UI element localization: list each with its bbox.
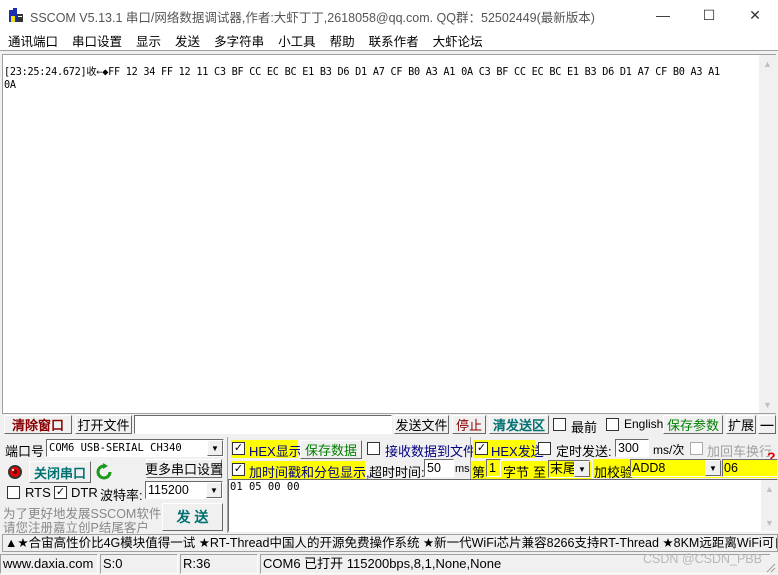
hex-display-checkbox[interactable]: ✓ [232,442,245,455]
timed-send-label: 定时发送: [556,444,612,459]
status-website[interactable]: www.daxia.com [0,554,98,574]
hex-display-label: HEX显示 [249,444,302,459]
topmost-checkbox[interactable] [553,418,566,431]
rts-label: RTS [25,485,51,500]
file-path-input[interactable] [134,415,392,434]
save-data-button[interactable]: 保存数据 [300,440,362,459]
timestamp-checkbox[interactable]: ✓ [232,463,245,476]
port-label: 端口号 [5,444,45,459]
promo-ticker[interactable]: ▲★合宙高性价比4G模块值得一试 ★RT-Thread中国人的开源免费操作系统 … [2,534,778,552]
menu-help[interactable]: 帮助 [322,31,361,50]
recv-to-file-label: 接收数据到文件 [385,444,477,459]
send-scrollbar[interactable]: ▲ ▼ [761,480,778,531]
status-sent-count: S:0 [100,554,178,574]
status-received-count: R:36 [180,554,258,574]
menu-comm-port[interactable]: 通讯端口 [0,31,64,50]
clear-window-button[interactable]: 清除窗口 [4,415,72,434]
byte-from-input[interactable]: 1 [486,459,501,477]
menu-bar: 通讯端口 串口设置 显示 发送 多字符串 小工具 帮助 联系作者 大虾论坛 [0,30,778,50]
send-area[interactable] [228,479,778,532]
timed-send-checkbox[interactable] [538,442,551,455]
more-port-settings-button[interactable]: 更多串口设置 [145,459,223,478]
receive-scrollbar[interactable]: ▲ ▼ [759,55,776,413]
menu-display[interactable]: 显示 [128,31,167,50]
menu-forum[interactable]: 大虾论坛 [425,31,489,50]
english-label: English [624,417,664,431]
open-file-button[interactable]: 打开文件 [75,415,132,434]
collapse-button[interactable]: — [758,415,776,434]
timeout-input[interactable]: 50 [424,459,454,477]
minimize-button[interactable]: — [640,0,686,30]
menu-contact-author[interactable]: 联系作者 [361,31,425,50]
hex-send-checkbox[interactable]: ✓ [475,442,488,455]
maximize-button[interactable]: ☐ [686,0,732,30]
window-title: SSCOM V5.13.1 串口/网络数据调试器,作者:大虾丁丁,2618058… [30,11,595,25]
receive-text: [23:25:24.672]收←◆FF 12 34 FF 12 11 C3 BF… [4,67,720,91]
checksum-dropdown-icon[interactable]: ▼ [705,460,721,476]
expand-button[interactable]: 扩展 [726,415,756,434]
recv-to-file-checkbox[interactable] [367,442,380,455]
watermark: CSDN @CSDN_PBB [643,552,762,566]
add-crlf-label: 加回车换行 [707,444,773,459]
menu-multi-string[interactable]: 多字符串 [206,31,270,50]
english-checkbox[interactable] [606,418,619,431]
send-file-button[interactable]: 发送文件 [394,415,449,434]
send-button[interactable]: 发 送 [162,503,223,531]
scroll-down-icon[interactable]: ▼ [759,396,776,413]
timed-interval-input[interactable]: 300 [615,439,649,457]
port-select[interactable]: COM6 USB-SERIAL CH340 [46,439,224,457]
menu-port-settings[interactable]: 串口设置 [64,31,128,50]
scroll-up-icon[interactable]: ▲ [759,55,776,72]
rts-checkbox[interactable] [7,486,20,499]
hex-send-label: HEX发送 [491,444,544,459]
topmost-label: 最前 [571,420,598,435]
interval-unit-label: ms/次 [653,443,685,457]
close-port-button[interactable]: 关闭串口 [29,461,91,483]
menu-send[interactable]: 发送 [167,31,206,50]
menu-tools[interactable]: 小工具 [270,31,322,50]
refresh-icon[interactable] [96,463,112,481]
byte-to-dropdown-icon[interactable]: ▼ [574,461,590,477]
send-scroll-down-icon[interactable]: ▼ [761,514,778,531]
checksum-value-input[interactable]: 06 [722,459,778,477]
dtr-label: DTR [71,485,98,500]
timeout-unit-label: ms [455,463,470,475]
send-scroll-up-icon[interactable]: ▲ [761,480,778,497]
clear-send-button[interactable]: 清发送区 [489,415,549,434]
baud-dropdown-icon[interactable]: ▼ [206,482,222,498]
dtr-checkbox[interactable]: ✓ [54,486,67,499]
port-dropdown-icon[interactable]: ▼ [207,440,223,456]
baud-rate-label: 波特率: [100,488,143,503]
sscom-app-icon [9,8,23,22]
port-status-indicator-icon [8,465,22,479]
send-text: 01 05 00 00 [230,481,300,493]
add-crlf-checkbox[interactable] [690,442,703,455]
resize-grip-icon[interactable] [764,561,776,573]
save-params-button[interactable]: 保存参数 [663,415,723,434]
close-button[interactable]: ✕ [732,0,778,30]
menu-divider [0,50,778,51]
receive-area[interactable] [2,54,776,414]
stop-button[interactable]: 停止 [452,415,486,434]
